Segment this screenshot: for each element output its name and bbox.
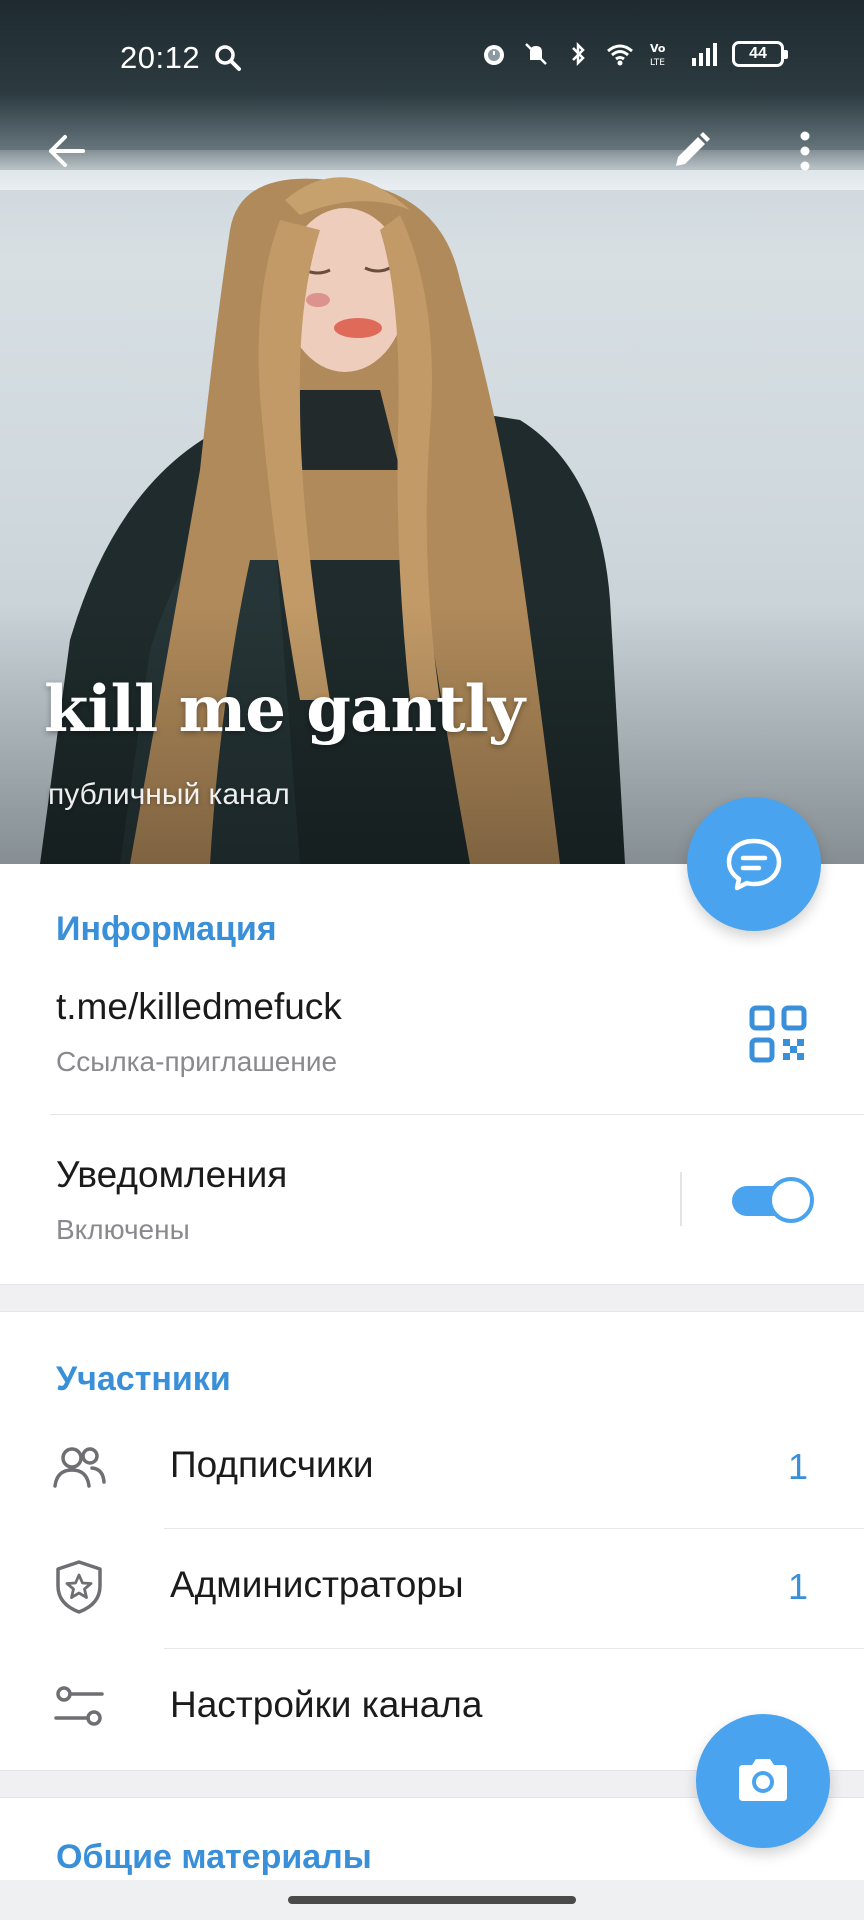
toggle-knob xyxy=(768,1177,814,1223)
volte-icon: Vo LTE xyxy=(650,42,666,68)
pencil-icon xyxy=(676,132,710,166)
channel-settings-label: Настройки канала xyxy=(170,1684,483,1725)
home-indicator[interactable] xyxy=(288,1896,576,1904)
notifications-label: Уведомления xyxy=(56,1154,288,1195)
battery-icon: 44 xyxy=(732,41,788,67)
mute-icon xyxy=(525,43,547,65)
status-time: 20:12 xyxy=(120,40,201,75)
alarm-icon xyxy=(484,45,504,65)
svg-text:LTE: LTE xyxy=(650,58,665,68)
top-app-bar xyxy=(0,118,864,188)
svg-text:Vo: Vo xyxy=(650,42,666,55)
back-button[interactable] xyxy=(34,118,100,184)
invite-link-caption: Ссылка-приглашение xyxy=(56,1046,338,1077)
members-section-header: Участники xyxy=(56,1360,231,1398)
chat-bubble-icon xyxy=(726,838,782,891)
toggle-separator xyxy=(680,1172,682,1226)
more-vertical-icon xyxy=(800,131,810,171)
status-icons: Vo LTE 44 xyxy=(480,40,788,68)
administrators-label: Администраторы xyxy=(170,1564,464,1605)
arrow-left-icon xyxy=(49,135,85,167)
qr-code-button[interactable] xyxy=(748,1004,808,1064)
divider xyxy=(164,1528,864,1529)
subscribers-count: 1 xyxy=(787,1446,808,1487)
notifications-state: Включены xyxy=(56,1214,190,1245)
camera-button[interactable] xyxy=(696,1714,830,1848)
divider xyxy=(164,1648,864,1649)
shared-media-header: Общие материалы xyxy=(56,1838,372,1876)
section-gap xyxy=(0,1284,864,1312)
edit-button[interactable] xyxy=(658,118,724,184)
administrators-count: 1 xyxy=(787,1566,808,1607)
status-bar: 20:12 Vo LTE 44 xyxy=(0,0,864,110)
info-section-header: Информация xyxy=(56,910,277,948)
subscribers-label: Подписчики xyxy=(170,1444,374,1485)
search-icon xyxy=(215,45,241,71)
settings-sliders-icon xyxy=(54,1686,104,1726)
discuss-button[interactable] xyxy=(687,797,821,931)
bluetooth-icon xyxy=(572,41,585,67)
admin-shield-icon xyxy=(56,1560,102,1614)
more-options-button[interactable] xyxy=(772,118,838,184)
channel-subtitle: публичный канал xyxy=(48,778,290,811)
signal-icon xyxy=(692,43,717,66)
members-section: Участники Подписчики 1 Администраторы 1 … xyxy=(0,1312,864,1770)
camera-icon xyxy=(739,1759,787,1801)
channel-title: kill me gantly xyxy=(44,672,525,747)
divider xyxy=(50,1114,864,1115)
notifications-toggle[interactable] xyxy=(732,1177,814,1223)
wifi-icon xyxy=(607,44,633,66)
invite-link[interactable]: t.me/killedmefuck xyxy=(56,986,342,1028)
people-icon xyxy=(53,1447,106,1488)
